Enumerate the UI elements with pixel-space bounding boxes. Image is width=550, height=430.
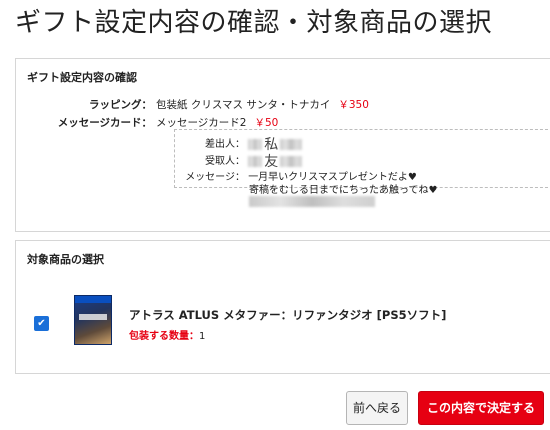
wrap-quantity-value: 1: [199, 331, 206, 342]
message-row-2: 寄稿をむしる日までにちったあ触ってね♥: [249, 181, 437, 196]
gift-panel-heading: ギフト設定内容の確認: [27, 71, 137, 84]
wrapping-row: ラッピング： 包装紙 クリスマス サンタ・トナカイ ￥350: [16, 97, 369, 112]
message-card-label: メッセージカード：: [57, 117, 152, 129]
redacted-block: [248, 138, 263, 150]
product-checkbox[interactable]: ✔: [34, 316, 49, 331]
page-title: ギフト設定内容の確認・対象商品の選択: [15, 8, 493, 38]
message-row-3: [249, 196, 375, 208]
sender-label: 差出人：: [205, 139, 245, 150]
redacted-block: [249, 196, 375, 207]
wrap-quantity-label: 包装する数量：: [129, 331, 199, 342]
product-thumbnail[interactable]: [74, 295, 112, 345]
target-product-panel: 対象商品の選択 ✔ アトラス ATLUS メタファー：リファンタジオ [PS5ソ…: [15, 240, 550, 374]
wrapping-label: ラッピング：: [89, 99, 152, 111]
redacted-block: [280, 155, 303, 167]
confirm-button[interactable]: この内容で決定する: [418, 391, 544, 425]
message-card-row: メッセージカード： メッセージカード2 ￥50: [16, 115, 279, 130]
heart-icon: ♥: [428, 185, 438, 196]
product-title[interactable]: アトラス ATLUS メタファー：リファンタジオ [PS5ソフト]: [129, 307, 446, 323]
wrapping-value: 包装紙 クリスマス サンタ・トナカイ: [156, 99, 331, 111]
redacted-block: [280, 138, 303, 150]
message-label: メッセージ：: [185, 172, 245, 183]
message-card-value: メッセージカード2: [156, 117, 247, 129]
recipient-label: 受取人：: [205, 156, 245, 167]
target-panel-heading: 対象商品の選択: [27, 253, 104, 266]
wrap-quantity: 包装する数量：1: [129, 327, 205, 342]
gift-settings-panel: ギフト設定内容の確認 ラッピング： 包装紙 クリスマス サンタ・トナカイ ￥350 …: [15, 58, 550, 232]
wrapping-price: ￥350: [338, 99, 369, 111]
message-details-box: 差出人： 私 受取人： 友 メッセージ： 一月早いクリスマスプレゼントだよ♥ 寄…: [174, 129, 550, 207]
message-card-price: ￥50: [254, 117, 279, 129]
message-line-2: 寄稿をむしる日までにちったあ触ってね: [249, 185, 429, 196]
back-button[interactable]: 前へ戻る: [346, 391, 408, 425]
redacted-block: [248, 155, 263, 167]
